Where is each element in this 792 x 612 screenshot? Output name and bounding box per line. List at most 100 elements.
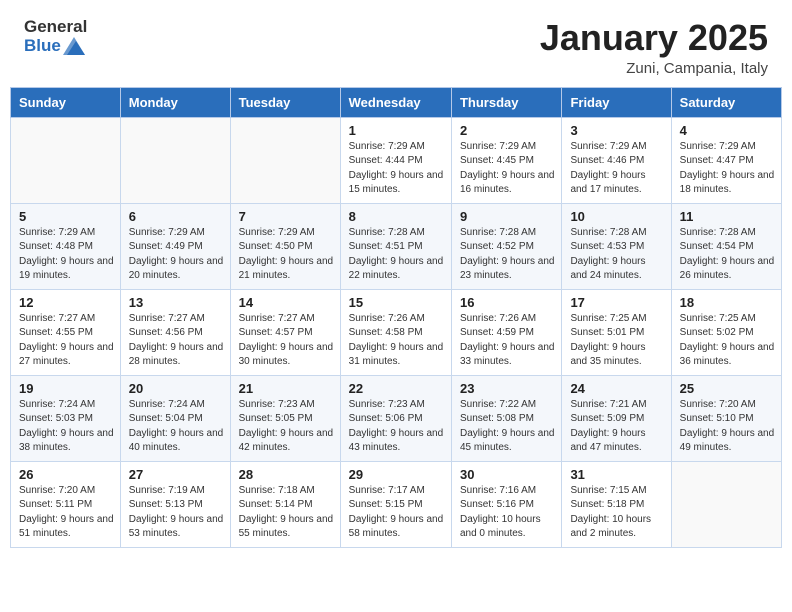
day-number: 22 xyxy=(349,381,445,396)
day-number: 11 xyxy=(680,209,775,224)
weekday-wednesday: Wednesday xyxy=(340,87,451,117)
day-cell-9: 9Sunrise: 7:28 AMSunset: 4:52 PMDaylight… xyxy=(451,203,561,289)
weekday-saturday: Saturday xyxy=(671,87,781,117)
day-cell-17: 17Sunrise: 7:25 AMSunset: 5:01 PMDayligh… xyxy=(562,289,671,375)
day-cell-31: 31 Sunrise: 7:15 AMSunset: 5:18 PMDayligh… xyxy=(562,461,671,547)
weekday-sunday: Sunday xyxy=(11,87,121,117)
day-number: 1 xyxy=(349,123,445,138)
title-block: January 2025 Zuni, Campania, Italy xyxy=(540,18,768,77)
day-info: Sunrise: 7:27 AMSunset: 4:55 PMDaylight:… xyxy=(19,312,114,370)
day-number: 18 xyxy=(680,295,775,310)
week-row-4: 19 Sunrise: 7:24 AMSunset: 5:03 PMDayligh… xyxy=(11,375,782,461)
day-cell-10: 10Sunrise: 7:28 AMSunset: 4:53 PMDayligh… xyxy=(562,203,671,289)
day-number: 15 xyxy=(349,295,445,310)
day-info: Sunrise: 7:21 AMSunset: 5:09 PMDaylight:… xyxy=(570,398,664,456)
day-info: Sunrise: 7:29 AMSunset: 4:44 PMDaylight:… xyxy=(349,140,445,198)
day-info: Sunrise: 7:28 AMSunset: 4:53 PMDaylight:… xyxy=(570,226,664,284)
day-info: Sunrise: 7:20 AMSunset: 5:11 PMDaylight:… xyxy=(19,484,114,542)
empty-cell xyxy=(11,117,121,203)
day-number: 16 xyxy=(460,295,555,310)
day-cell-14: 14Sunrise: 7:27 AMSunset: 4:57 PMDayligh… xyxy=(230,289,340,375)
day-cell-19: 19 Sunrise: 7:24 AMSunset: 5:03 PMDayligh… xyxy=(11,375,121,461)
day-info: Sunrise: 7:29 AMSunset: 4:49 PMDaylight:… xyxy=(129,226,224,284)
day-cell-12: 12 Sunrise: 7:27 AMSunset: 4:55 PMDayligh… xyxy=(11,289,121,375)
day-cell-2: 2 Sunrise: 7:29 AMSunset: 4:45 PMDaylight… xyxy=(451,117,561,203)
day-cell-21: 21Sunrise: 7:23 AMSunset: 5:05 PMDayligh… xyxy=(230,375,340,461)
week-row-5: 26 Sunrise: 7:20 AMSunset: 5:11 PMDayligh… xyxy=(11,461,782,547)
day-info: Sunrise: 7:16 AMSunset: 5:16 PMDaylight:… xyxy=(460,484,555,542)
day-info: Sunrise: 7:15 AMSunset: 5:18 PMDaylight:… xyxy=(570,484,664,542)
day-cell-8: 8Sunrise: 7:28 AMSunset: 4:51 PMDaylight… xyxy=(340,203,451,289)
day-info: Sunrise: 7:18 AMSunset: 5:14 PMDaylight:… xyxy=(239,484,334,542)
day-cell-24: 24 Sunrise: 7:21 AMSunset: 5:09 PMDayligh… xyxy=(562,375,671,461)
day-info: Sunrise: 7:22 AMSunset: 5:08 PMDaylight:… xyxy=(460,398,555,456)
week-row-2: 5 Sunrise: 7:29 AMSunset: 4:48 PMDaylight… xyxy=(11,203,782,289)
day-info: Sunrise: 7:26 AMSunset: 4:59 PMDaylight:… xyxy=(460,312,555,370)
day-cell-23: 23 Sunrise: 7:22 AMSunset: 5:08 PMDayligh… xyxy=(451,375,561,461)
empty-cell xyxy=(671,461,781,547)
empty-cell xyxy=(230,117,340,203)
calendar-table: SundayMondayTuesdayWednesdayThursdayFrid… xyxy=(10,87,782,548)
day-info: Sunrise: 7:29 AMSunset: 4:50 PMDaylight:… xyxy=(239,226,334,284)
day-number: 3 xyxy=(570,123,664,138)
day-number: 5 xyxy=(19,209,114,224)
week-row-3: 12 Sunrise: 7:27 AMSunset: 4:55 PMDayligh… xyxy=(11,289,782,375)
location-title: Zuni, Campania, Italy xyxy=(540,60,768,77)
header: General Blue January 2025 Zuni, Campania… xyxy=(0,0,792,87)
day-info: Sunrise: 7:26 AMSunset: 4:58 PMDaylight:… xyxy=(349,312,445,370)
day-number: 31 xyxy=(570,467,664,482)
weekday-header-row: SundayMondayTuesdayWednesdayThursdayFrid… xyxy=(11,87,782,117)
day-info: Sunrise: 7:23 AMSunset: 5:06 PMDaylight:… xyxy=(349,398,445,456)
day-info: Sunrise: 7:29 AMSunset: 4:48 PMDaylight:… xyxy=(19,226,114,284)
day-cell-6: 6Sunrise: 7:29 AMSunset: 4:49 PMDaylight… xyxy=(120,203,230,289)
month-title: January 2025 xyxy=(540,18,768,58)
day-cell-1: 1 Sunrise: 7:29 AMSunset: 4:44 PMDaylight… xyxy=(340,117,451,203)
day-number: 2 xyxy=(460,123,555,138)
day-cell-16: 16 Sunrise: 7:26 AMSunset: 4:59 PMDayligh… xyxy=(451,289,561,375)
day-number: 29 xyxy=(349,467,445,482)
empty-cell xyxy=(120,117,230,203)
day-cell-30: 30 Sunrise: 7:16 AMSunset: 5:16 PMDayligh… xyxy=(451,461,561,547)
day-cell-7: 7Sunrise: 7:29 AMSunset: 4:50 PMDaylight… xyxy=(230,203,340,289)
day-info: Sunrise: 7:24 AMSunset: 5:03 PMDaylight:… xyxy=(19,398,114,456)
day-cell-3: 3 Sunrise: 7:29 AMSunset: 4:46 PMDaylight… xyxy=(562,117,671,203)
weekday-tuesday: Tuesday xyxy=(230,87,340,117)
day-number: 24 xyxy=(570,381,664,396)
week-row-1: 1 Sunrise: 7:29 AMSunset: 4:44 PMDaylight… xyxy=(11,117,782,203)
day-info: Sunrise: 7:28 AMSunset: 4:54 PMDaylight:… xyxy=(680,226,775,284)
day-number: 27 xyxy=(129,467,224,482)
logo-general-text: General xyxy=(24,18,87,37)
weekday-monday: Monday xyxy=(120,87,230,117)
day-number: 8 xyxy=(349,209,445,224)
day-cell-29: 29Sunrise: 7:17 AMSunset: 5:15 PMDayligh… xyxy=(340,461,451,547)
day-cell-15: 15 Sunrise: 7:26 AMSunset: 4:58 PMDayligh… xyxy=(340,289,451,375)
day-info: Sunrise: 7:25 AMSunset: 5:01 PMDaylight:… xyxy=(570,312,664,370)
day-cell-26: 26 Sunrise: 7:20 AMSunset: 5:11 PMDayligh… xyxy=(11,461,121,547)
day-number: 26 xyxy=(19,467,114,482)
day-cell-5: 5 Sunrise: 7:29 AMSunset: 4:48 PMDaylight… xyxy=(11,203,121,289)
day-number: 25 xyxy=(680,381,775,396)
day-info: Sunrise: 7:28 AMSunset: 4:52 PMDaylight:… xyxy=(460,226,555,284)
day-info: Sunrise: 7:29 AMSunset: 4:45 PMDaylight:… xyxy=(460,140,555,198)
day-number: 30 xyxy=(460,467,555,482)
day-cell-13: 13Sunrise: 7:27 AMSunset: 4:56 PMDayligh… xyxy=(120,289,230,375)
day-info: Sunrise: 7:29 AMSunset: 4:46 PMDaylight:… xyxy=(570,140,664,198)
weekday-friday: Friday xyxy=(562,87,671,117)
day-info: Sunrise: 7:19 AMSunset: 5:13 PMDaylight:… xyxy=(129,484,224,542)
day-cell-4: 4Sunrise: 7:29 AMSunset: 4:47 PMDaylight… xyxy=(671,117,781,203)
day-number: 23 xyxy=(460,381,555,396)
day-number: 4 xyxy=(680,123,775,138)
day-number: 12 xyxy=(19,295,114,310)
day-cell-25: 25 Sunrise: 7:20 AMSunset: 5:10 PMDayligh… xyxy=(671,375,781,461)
logo-blue-text: Blue xyxy=(24,37,61,56)
weekday-thursday: Thursday xyxy=(451,87,561,117)
day-cell-27: 27 Sunrise: 7:19 AMSunset: 5:13 PMDayligh… xyxy=(120,461,230,547)
day-number: 21 xyxy=(239,381,334,396)
day-cell-22: 22 Sunrise: 7:23 AMSunset: 5:06 PMDayligh… xyxy=(340,375,451,461)
day-cell-18: 18Sunrise: 7:25 AMSunset: 5:02 PMDayligh… xyxy=(671,289,781,375)
day-info: Sunrise: 7:20 AMSunset: 5:10 PMDaylight:… xyxy=(680,398,775,456)
day-cell-11: 11 Sunrise: 7:28 AMSunset: 4:54 PMDayligh… xyxy=(671,203,781,289)
day-number: 19 xyxy=(19,381,114,396)
page: General Blue January 2025 Zuni, Campania… xyxy=(0,0,792,612)
day-info: Sunrise: 7:27 AMSunset: 4:56 PMDaylight:… xyxy=(129,312,224,370)
